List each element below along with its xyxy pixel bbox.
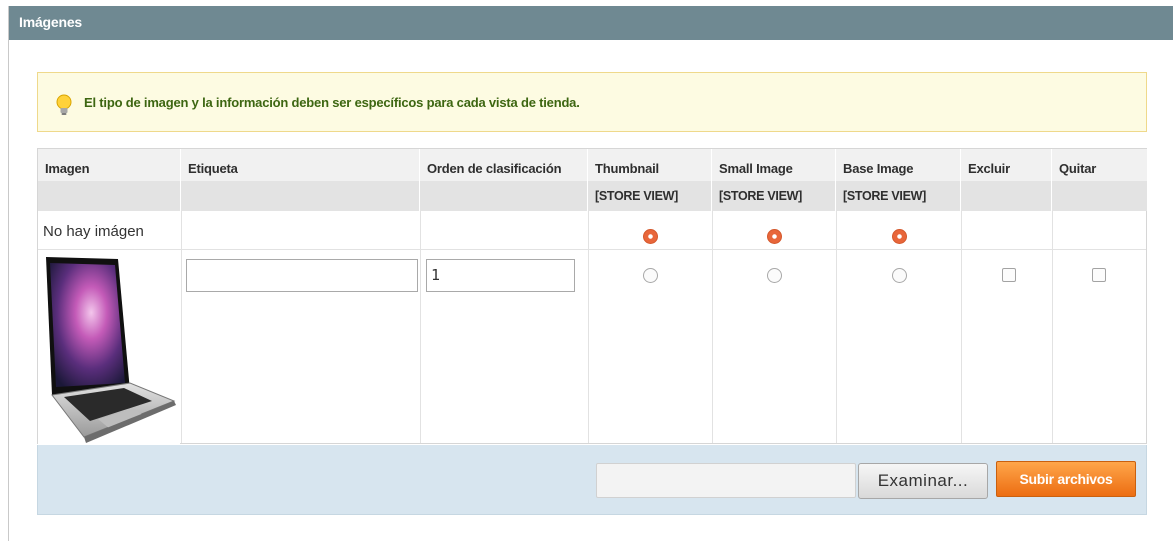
- upload-files-button[interactable]: Subir archivos: [996, 461, 1136, 497]
- remove-checkbox[interactable]: [1092, 268, 1106, 282]
- no-image-base-image-radio[interactable]: [892, 229, 907, 244]
- exclude-checkbox[interactable]: [1002, 268, 1016, 282]
- base-image-scope: [STORE VIEW]: [843, 189, 926, 203]
- column-header-sort-order: Orden de clasificación: [420, 149, 588, 211]
- column-header-thumbnail: Thumbnail [STORE VIEW]: [588, 149, 712, 211]
- browse-button[interactable]: Examinar...: [858, 463, 988, 499]
- image-thumbnail-radio[interactable]: [643, 268, 658, 283]
- upload-bar: Examinar... Subir archivos: [37, 445, 1147, 515]
- thumbnail-scope: [STORE VIEW]: [595, 189, 678, 203]
- panel-title: Imágenes: [9, 6, 1173, 40]
- notice-box: El tipo de imagen y la información deben…: [37, 72, 1147, 132]
- no-image-small-image-radio[interactable]: [767, 229, 782, 244]
- lightbulb-icon: [56, 94, 72, 115]
- column-header-label: Etiqueta: [181, 149, 420, 211]
- column-header-small-image: Small Image [STORE VIEW]: [712, 149, 836, 211]
- column-header-base-image: Base Image [STORE VIEW]: [836, 149, 961, 211]
- product-thumbnail[interactable]: [38, 251, 180, 445]
- laptop-image: [46, 257, 176, 443]
- image-base-image-radio[interactable]: [892, 268, 907, 283]
- column-header-image: Imagen: [38, 149, 181, 211]
- column-header-exclude: Excluir: [961, 149, 1052, 211]
- images-panel: Imágenes El tipo de imagen y la informac…: [8, 6, 1173, 541]
- no-image-thumbnail-radio[interactable]: [643, 229, 658, 244]
- column-header-remove: Quitar: [1052, 149, 1148, 211]
- notice-text: El tipo de imagen y la información deben…: [84, 95, 580, 110]
- label-input[interactable]: [186, 259, 418, 292]
- no-image-text: No hay imágen: [43, 223, 144, 240]
- image-small-image-radio[interactable]: [767, 268, 782, 283]
- sort-order-input[interactable]: 1: [426, 259, 575, 292]
- file-path-field[interactable]: [596, 463, 856, 498]
- small-image-scope: [STORE VIEW]: [719, 189, 802, 203]
- images-table: Imagen Etiqueta Orden de clasificación T…: [37, 148, 1148, 445]
